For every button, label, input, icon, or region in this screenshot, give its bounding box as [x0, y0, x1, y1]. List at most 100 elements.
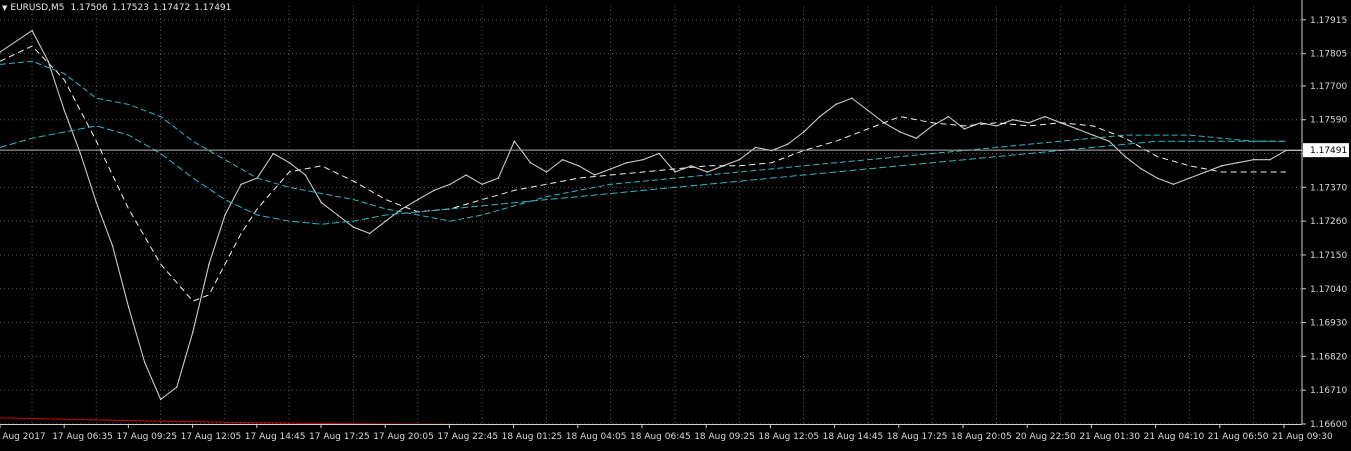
y-tick-label: 1.16710 [1310, 386, 1347, 396]
price-point [143, 361, 146, 364]
price-point [915, 137, 918, 139]
price-point [867, 109, 869, 112]
x-tick-label: 21 Aug 09:30 [1272, 432, 1333, 442]
price-point [449, 183, 451, 186]
x-tick-label: 18 Aug 20:05 [951, 432, 1012, 442]
price-point [481, 183, 484, 186]
y-tick-label: 1.17150 [1310, 251, 1347, 261]
price-series-line [0, 29, 1302, 401]
x-tick-label: 17 Aug 06:35 [52, 432, 113, 442]
open-price: 1.17506 [70, 3, 108, 13]
x-tick-label: 20 Aug 22:50 [1015, 432, 1076, 442]
price-point [1156, 177, 1159, 179]
price-point [1011, 118, 1014, 121]
price-point [1044, 115, 1046, 118]
price-point [979, 121, 982, 124]
low-price: 1.17472 [152, 3, 191, 13]
price-point [336, 214, 339, 216]
price-point [1252, 158, 1255, 161]
price-point [513, 140, 516, 143]
high-price: 1.17523 [111, 3, 149, 13]
chart-menu-triangle-icon[interactable]: ▼ [2, 4, 7, 12]
price-chart[interactable]: ▼ EURUSD,M5 1.17506 1.17523 1.17472 1.17… [0, 0, 1351, 447]
price-point [1092, 134, 1094, 136]
price-point [835, 103, 837, 106]
price-point [754, 146, 757, 149]
price-point [384, 220, 387, 222]
price-point [401, 208, 403, 210]
price-point [465, 174, 467, 176]
price-point [47, 60, 50, 63]
price-point [610, 168, 612, 170]
x-tick-label: 17 Aug 20:05 [373, 432, 434, 442]
price-point [497, 177, 500, 179]
price-point [352, 226, 355, 229]
x-tick-label: 18 Aug 12:05 [758, 432, 819, 442]
x-tick-label: 21 Aug 04:10 [1144, 432, 1205, 442]
price-point [786, 143, 789, 146]
ma-fast-line [0, 45, 1286, 302]
x-tick-label: 17 Aug 12:05 [181, 432, 242, 442]
price-point [545, 171, 548, 173]
y-tick-label: 1.17915 [1310, 16, 1347, 26]
y-tick-label: 1.16600 [1310, 420, 1347, 430]
price-point [593, 174, 596, 176]
price-point [176, 386, 178, 388]
ma-medium-line [0, 60, 1286, 222]
price-point [899, 131, 901, 133]
price-point [1204, 171, 1207, 173]
x-tick-label: 21 Aug 06:50 [1208, 432, 1269, 442]
price-point [1108, 140, 1110, 143]
y-tick-label: 1.17700 [1310, 82, 1347, 92]
price-point [851, 97, 853, 100]
x-tick-label: 18 Aug 14:45 [823, 432, 884, 442]
x-tick-label: 17 Aug 17:25 [309, 432, 370, 442]
price-point [947, 115, 950, 118]
x-tick-label: 18 Aug 04:05 [566, 432, 627, 442]
y-tick-label: 1.16820 [1310, 352, 1347, 362]
price-point [561, 158, 564, 161]
price-point [368, 232, 371, 235]
x-tick-label: 18 Aug 09:25 [694, 432, 755, 442]
price-point [963, 128, 966, 130]
x-tick-label: 18 Aug 17:25 [887, 432, 948, 442]
price-point [272, 152, 275, 155]
price-point [111, 244, 114, 247]
symbol-label: EURUSD,M5 [10, 3, 65, 13]
price-point [224, 214, 226, 216]
price-point [95, 201, 98, 204]
x-tick-label: 17 Aug 14:45 [245, 432, 306, 442]
price-point [658, 152, 660, 155]
x-tick-label: 17 Aug 09:25 [116, 432, 177, 442]
price-point [1140, 168, 1143, 170]
price-point [818, 115, 821, 118]
red-indicator-line [0, 417, 499, 426]
y-tick-label: 1.17040 [1310, 285, 1347, 295]
y-tick-label: 1.17805 [1310, 50, 1347, 60]
price-point [1269, 158, 1271, 161]
price-point [240, 183, 242, 186]
price-point [626, 161, 628, 164]
x-tick-label: 18 Aug 06:45 [630, 432, 691, 442]
chart-canvas[interactable]: 1.179151.178051.177001.175901.174801.173… [0, 0, 1351, 447]
price-point [529, 161, 532, 164]
price-point [690, 165, 692, 167]
price-point [208, 263, 210, 265]
price-point [1124, 155, 1126, 158]
price-point [577, 165, 580, 167]
series-layer [0, 29, 1303, 426]
y-tick-label: 1.16930 [1310, 319, 1347, 329]
x-tick-label: 21 Aug 01:30 [1079, 432, 1140, 442]
price-point [931, 125, 934, 127]
grid [0, 6, 1302, 425]
price-point [159, 398, 162, 401]
x-tick-label: 17 Aug 22:45 [437, 432, 498, 442]
current-price-label: 1.17491 [1310, 146, 1347, 156]
price-point [288, 161, 291, 164]
price-point [433, 189, 435, 192]
y-tick-label: 1.17370 [1310, 183, 1347, 193]
ma-slow-line [0, 125, 1286, 225]
price-point [31, 29, 33, 32]
price-point [738, 158, 741, 161]
y-tick-label: 1.17260 [1310, 217, 1347, 227]
